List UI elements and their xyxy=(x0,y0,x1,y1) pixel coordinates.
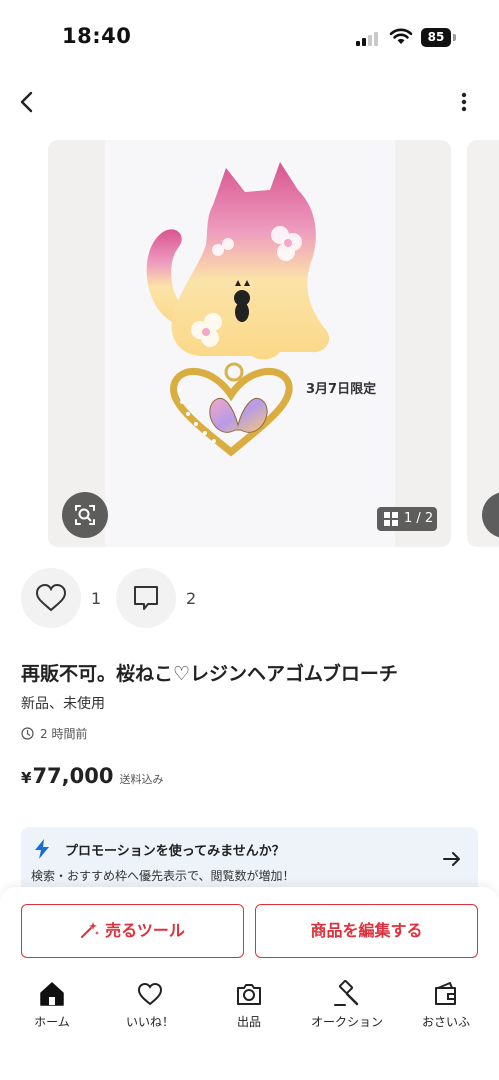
image-search-button-next[interactable] xyxy=(482,492,499,538)
item-title: 再販不可。桜ねこ♡レジンヘアゴムブローチ xyxy=(21,663,398,685)
battery-tip xyxy=(453,34,456,41)
tab-sell[interactable]: 出品 xyxy=(204,975,294,1035)
wallet-icon xyxy=(435,982,456,1005)
clock-icon xyxy=(21,727,34,740)
image-overlay-label: 3月7日限定 xyxy=(306,382,377,397)
chevron-left-icon xyxy=(20,91,33,113)
sparkle-wand-icon xyxy=(81,922,100,938)
page-indicator-text: 1 / 2 xyxy=(404,511,434,526)
price-value: 77,000 xyxy=(32,764,114,788)
promotion-title: プロモーションを使ってみませんか？ xyxy=(65,844,285,859)
shipping-note: 送料込み xyxy=(119,773,164,786)
grid-icon xyxy=(384,512,398,526)
tab-home[interactable]: ホーム xyxy=(7,975,97,1035)
next-photo-preview[interactable] xyxy=(467,140,499,547)
signal-icon xyxy=(356,30,382,46)
status-bar: 18:40 85 xyxy=(0,0,499,70)
tab-label: オークション xyxy=(310,1015,383,1029)
posted-time: 2 時間前 xyxy=(21,725,87,742)
status-time: 18:40 xyxy=(62,24,132,48)
comment-icon xyxy=(134,586,158,610)
back-button[interactable] xyxy=(14,88,40,116)
wifi-icon xyxy=(389,28,413,44)
tab-label: 出品 xyxy=(236,1015,261,1029)
tab-wallet[interactable]: おさいふ xyxy=(401,975,491,1035)
sell-tool-label: 売るツール xyxy=(105,921,185,940)
like-button[interactable] xyxy=(21,568,81,628)
image-search-button[interactable] xyxy=(62,492,108,538)
currency-symbol: ¥ xyxy=(21,769,32,787)
more-vertical-icon xyxy=(461,92,467,112)
home-icon xyxy=(40,982,64,1006)
tab-label: いいね！ xyxy=(125,1015,174,1029)
cat-brooch-image xyxy=(146,162,330,457)
posted-time-text: 2 時間前 xyxy=(40,727,88,741)
edit-item-button[interactable]: 商品を編集する xyxy=(255,904,478,958)
camera-icon xyxy=(237,984,261,1005)
arrow-right-icon xyxy=(443,852,460,866)
battery-icon: 85 xyxy=(421,28,451,47)
sell-tool-button[interactable]: 売るツール xyxy=(21,904,244,958)
promotion-description: 検索・おすすめ枠へ優先表示で、閲覧数が増加！ xyxy=(31,869,295,883)
tab-label: おさいふ xyxy=(421,1015,470,1029)
tab-bar: ホーム いいね！ 出品 オークション おさいふ xyxy=(0,975,499,1045)
heart-icon xyxy=(35,583,67,612)
image-carousel[interactable]: 3月7日限定 1 / 2 xyxy=(0,140,499,547)
tab-label: ホーム xyxy=(34,1015,70,1029)
heart-outline-icon xyxy=(137,982,163,1006)
comment-button[interactable] xyxy=(116,568,176,628)
tab-likes[interactable]: いいね！ xyxy=(105,975,195,1035)
gavel-icon xyxy=(334,980,359,1006)
page-indicator: 1 / 2 xyxy=(377,507,437,531)
comment-count: 2 xyxy=(186,589,197,608)
item-condition: 新品、未使用 xyxy=(21,696,105,712)
lightning-icon xyxy=(35,839,49,859)
more-options-button[interactable] xyxy=(452,88,476,116)
like-count: 1 xyxy=(91,589,102,608)
edit-item-label: 商品を編集する xyxy=(310,921,423,940)
scan-icon xyxy=(75,505,95,525)
product-photo[interactable]: 3月7日限定 1 / 2 xyxy=(48,140,451,547)
item-price: ¥77,000 送料込み xyxy=(21,764,163,788)
tab-auction[interactable]: オークション xyxy=(302,975,392,1035)
